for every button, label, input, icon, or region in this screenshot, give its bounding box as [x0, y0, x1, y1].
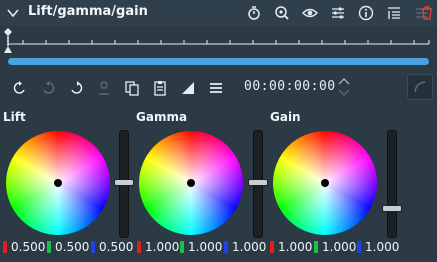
gamma-g-value[interactable]: 1.000: [188, 240, 222, 254]
effect-header: Lift/gamma/gain: [0, 0, 437, 26]
green-swatch: [47, 241, 51, 253]
blue-swatch: [91, 241, 95, 253]
lift-b-value[interactable]: 0.500: [99, 240, 133, 254]
curve-mode-button[interactable]: [407, 74, 433, 100]
green-swatch: [314, 241, 318, 253]
gamma-wheel-handle[interactable]: [187, 179, 195, 187]
lift-level-slider[interactable]: [114, 130, 134, 238]
zoom-icon[interactable]: [274, 5, 290, 21]
red-swatch: [137, 241, 141, 253]
effect-title: Lift/gamma/gain: [28, 4, 148, 19]
lift-r-value[interactable]: 0.500: [11, 240, 45, 254]
timer-icon[interactable]: [246, 5, 262, 21]
lift-wheel-handle[interactable]: [54, 179, 62, 187]
copy-icon[interactable]: [124, 80, 140, 96]
ramp-icon[interactable]: [180, 80, 196, 96]
redo-keyframe-icon: [43, 81, 55, 94]
settings-sliders-icon[interactable]: [330, 5, 346, 21]
green-swatch: [180, 241, 184, 253]
user-disabled-icon: [99, 81, 109, 95]
gamma-level-slider[interactable]: [248, 130, 268, 238]
trash-icon[interactable]: [420, 5, 434, 21]
gamma-b-value[interactable]: 1.000: [232, 240, 266, 254]
lift-color-wheel[interactable]: [6, 131, 110, 235]
gain-level-slider[interactable]: [382, 130, 402, 238]
next-keyframe-icon[interactable]: [68, 80, 84, 96]
red-swatch: [270, 241, 274, 253]
timecode-field[interactable]: 00:00:00:00: [244, 79, 336, 94]
timecode-spinner[interactable]: [337, 76, 351, 98]
info-icon[interactable]: [358, 5, 374, 21]
gamma-slider-handle[interactable]: [248, 179, 268, 186]
keyframe-marker: [4, 28, 12, 36]
eye-icon[interactable]: [302, 5, 318, 21]
gain-slider-handle[interactable]: [382, 205, 402, 212]
gain-color-wheel[interactable]: [273, 131, 377, 235]
playhead-icon: [4, 46, 12, 53]
lift-label: Lift: [3, 110, 26, 124]
gain-wheel-handle[interactable]: [321, 179, 329, 187]
menu-icon[interactable]: [208, 80, 224, 96]
lift-g-value[interactable]: 0.500: [55, 240, 89, 254]
gamma-label: Gamma: [136, 110, 188, 124]
paste-icon[interactable]: [152, 80, 168, 96]
undo-keyframe-icon[interactable]: [12, 80, 28, 96]
timeline-range-bar: [8, 58, 429, 65]
collapse-chevron-icon[interactable]: [6, 6, 20, 20]
timeline-ruler[interactable]: [0, 26, 437, 70]
curve-icon: [414, 81, 426, 93]
gain-r-value[interactable]: 1.000: [278, 240, 312, 254]
sort-icon[interactable]: [386, 5, 402, 21]
keyframe-timeline[interactable]: [0, 26, 437, 70]
blue-swatch: [224, 241, 228, 253]
gain-b-value[interactable]: 1.000: [365, 240, 399, 254]
gamma-r-value[interactable]: 1.000: [145, 240, 179, 254]
gamma-color-wheel[interactable]: [139, 131, 243, 235]
keyframe-toolbar: 00:00:00:00: [0, 72, 437, 102]
red-swatch: [3, 241, 7, 253]
gain-g-value[interactable]: 1.000: [322, 240, 356, 254]
lift-slider-handle[interactable]: [114, 179, 134, 186]
blue-swatch: [357, 241, 361, 253]
gain-label: Gain: [270, 110, 301, 124]
